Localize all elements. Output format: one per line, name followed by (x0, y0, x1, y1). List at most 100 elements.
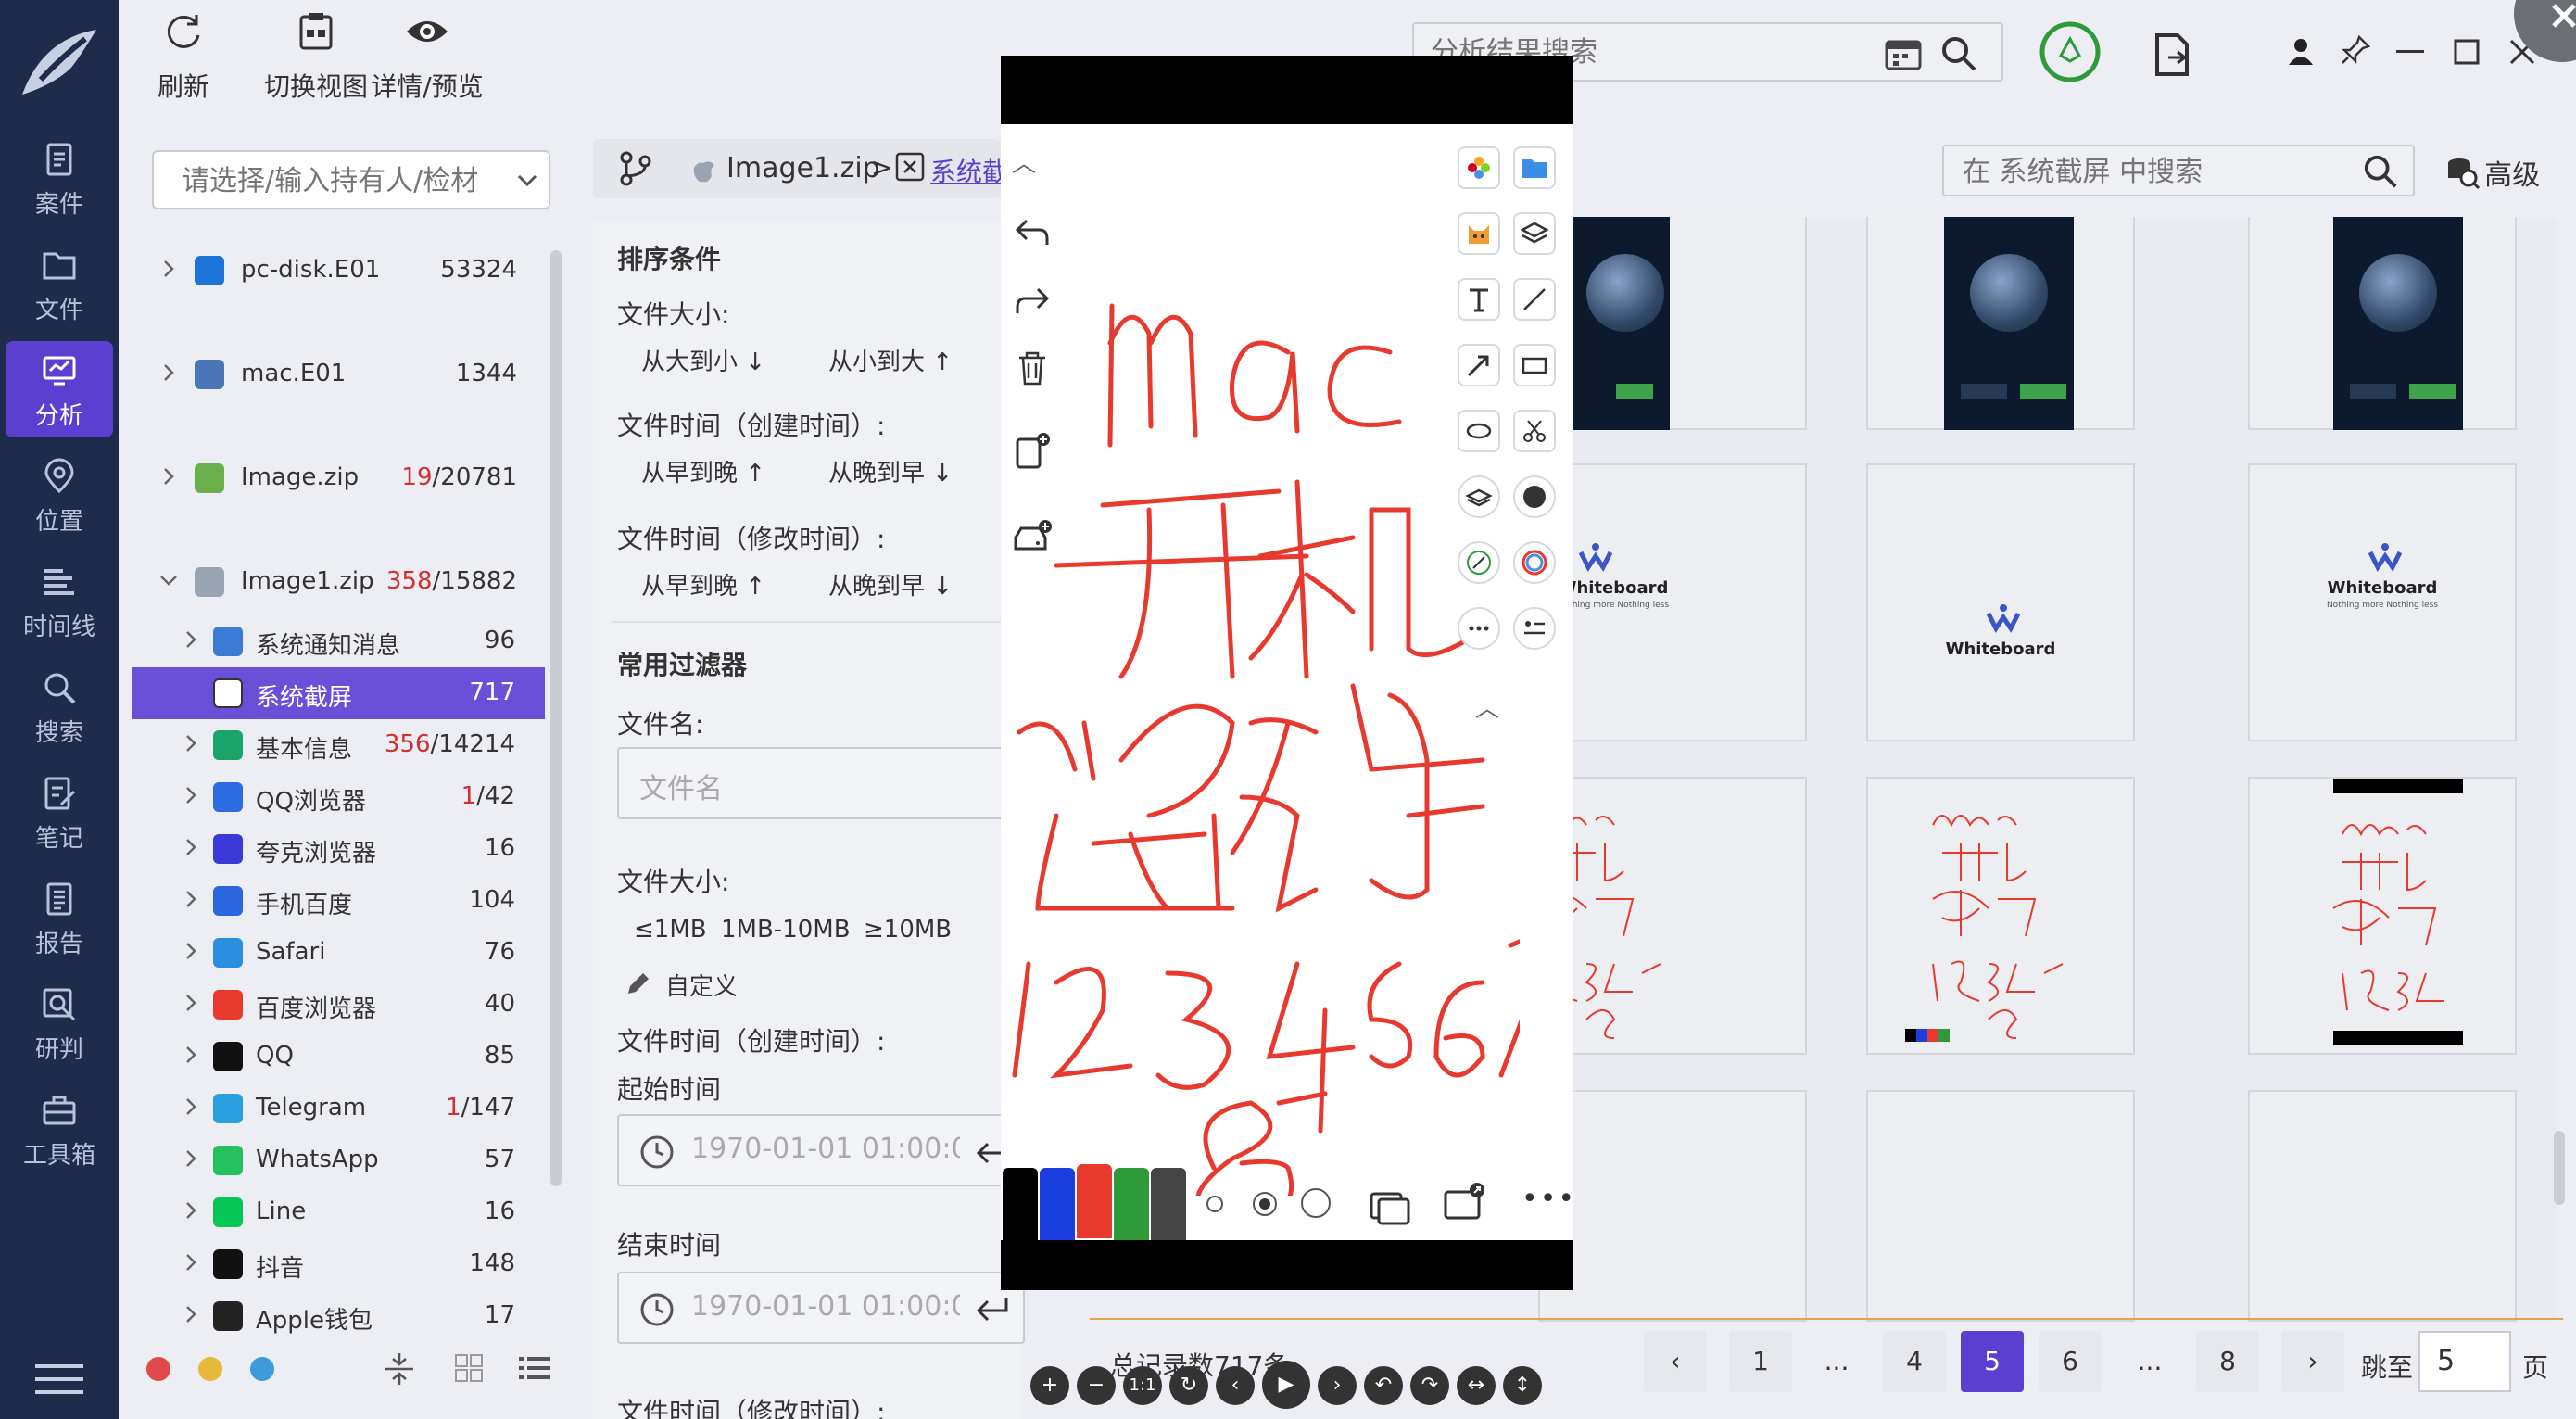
advanced-search-button[interactable]: 高级 (2446, 152, 2540, 193)
pin-icon[interactable] (2341, 35, 2370, 65)
chevron-right-icon[interactable] (159, 363, 178, 382)
rotate-right-button[interactable]: ↷ (1410, 1366, 1449, 1405)
pen-color-1[interactable] (1040, 1168, 1075, 1242)
thumbnail-cell[interactable] (1503, 777, 1807, 1055)
tree-child-11[interactable]: Line 16 (132, 1186, 545, 1238)
grid-scrollbar[interactable] (2554, 1131, 2565, 1205)
list-view-icon[interactable] (519, 1355, 550, 1381)
prev-image-button[interactable]: ‹ (1216, 1366, 1255, 1405)
next-image-button[interactable]: › (1318, 1366, 1357, 1405)
chevron-right-icon[interactable] (159, 260, 178, 278)
thumbnail-cell[interactable] (1866, 217, 2135, 430)
collapse-tools-icon[interactable]: ︿ (1475, 690, 1499, 724)
image-preview-window[interactable]: ︿ ︿ ••• (1001, 56, 1576, 1290)
nav-item-9[interactable]: 工具箱 (6, 1081, 113, 1177)
nav-item-1[interactable]: 文件 (6, 235, 113, 332)
end-time-input[interactable]: 1970-01-01 01:00:00 (617, 1272, 1025, 1344)
detail-preview-button[interactable]: 详情/预览 (367, 9, 487, 104)
pen-tool-tool-button[interactable] (1458, 541, 1500, 584)
tree-child-13[interactable]: Apple钱包 17 (132, 1290, 545, 1342)
page-button-4[interactable]: 4 (1883, 1331, 1946, 1392)
start-time-input[interactable]: 1970-01-01 01:00:00 (617, 1114, 1025, 1186)
chevron-right-icon[interactable] (182, 734, 200, 753)
corner-close-icon[interactable] (2511, 0, 2576, 65)
thumbnail-cell[interactable] (1538, 1090, 1807, 1322)
search-icon[interactable] (2363, 154, 2398, 189)
tree-child-12[interactable]: 抖音 148 (132, 1238, 545, 1290)
chevron-right-icon[interactable] (182, 838, 200, 856)
switch-view-button[interactable]: 切换视图 (256, 9, 376, 104)
flip-horizontal-button[interactable]: ↔ (1457, 1366, 1496, 1405)
export-page-icon[interactable] (1444, 1181, 1486, 1222)
next-page-button[interactable]: › (2281, 1331, 2344, 1392)
inner-search-input[interactable] (1963, 154, 2352, 189)
pen-color-3[interactable] (1114, 1168, 1149, 1242)
collapse-icon[interactable] (384, 1351, 415, 1387)
tree-child-7[interactable]: 百度浏览器 40 (132, 979, 545, 1031)
holder-input[interactable] (182, 161, 487, 200)
user-icon[interactable] (2287, 37, 2315, 65)
menu-icon[interactable] (35, 1362, 83, 1396)
cat-tool-button[interactable] (1458, 212, 1500, 255)
rectangle-tool-tool-button[interactable] (1513, 344, 1556, 386)
pen-color-2[interactable] (1077, 1164, 1112, 1238)
tree-child-3[interactable]: QQ浏览器 1/42 (132, 771, 545, 823)
scissors-tool-button[interactable] (1513, 410, 1556, 452)
thumbnail-cell[interactable] (1866, 777, 2135, 1055)
export-file-icon[interactable] (2153, 32, 2192, 78)
thumbnail-cell[interactable]: Whiteboard Nothing more Nothing less (1538, 463, 1807, 741)
nav-item-8[interactable]: 研判 (6, 975, 113, 1071)
color-wheel-tool-button[interactable] (1513, 541, 1556, 584)
text-tool-tool-button[interactable] (1458, 278, 1500, 321)
page-button-8[interactable]: 8 (2196, 1331, 2259, 1392)
mtime-early-to-late[interactable]: 从早到晚 ↑ (641, 567, 765, 602)
chevron-right-icon[interactable] (182, 1045, 200, 1064)
size-opt-small[interactable]: ≤1MB (634, 916, 707, 944)
layers-tool-button[interactable] (1513, 212, 1556, 255)
tree-child-6[interactable]: Safari 76 (132, 927, 545, 979)
folder-tool-button[interactable] (1513, 146, 1556, 189)
yellow-filter-dot[interactable] (198, 1357, 222, 1381)
shield-status-icon[interactable] (2039, 20, 2102, 83)
thumbnail-cell[interactable] (2248, 217, 2517, 430)
pen-color-0[interactable] (1003, 1168, 1038, 1242)
tree-child-9[interactable]: Telegram 1/147 (132, 1083, 545, 1134)
thumbnail-cell[interactable] (1866, 1090, 2135, 1322)
thumbnail-cell[interactable]: Whiteboard Nothing more Nothing less (2248, 463, 2517, 741)
blue-filter-dot[interactable] (250, 1357, 274, 1381)
holder-select[interactable] (152, 150, 550, 209)
tree-child-2[interactable]: 基本信息 356/14214 (132, 719, 545, 771)
breadcrumb-item-screenshot[interactable]: 系统截屏 (930, 152, 1001, 189)
thumbnail-cell[interactable] (2248, 777, 2517, 1055)
tree-child-5[interactable]: 手机百度 104 (132, 875, 545, 927)
nav-item-4[interactable]: 时间线 (6, 552, 113, 649)
tree-child-4[interactable]: 夸克浏览器 16 (132, 823, 545, 875)
nav-item-7[interactable]: 报告 (6, 869, 113, 966)
photos-tool-button[interactable] (1458, 146, 1500, 189)
chevron-right-icon[interactable] (182, 1201, 200, 1220)
size-opt-medium[interactable]: 1MB-10MB (721, 916, 851, 944)
tree-child-0[interactable]: 系统通知消息 96 (132, 615, 545, 667)
tree-device-2[interactable]: Image.zip 19/20781 (119, 452, 545, 504)
arrow-tool-tool-button[interactable] (1458, 344, 1500, 386)
search-icon[interactable] (1940, 35, 1977, 72)
more-options-icon[interactable]: ••• (1522, 1183, 1576, 1215)
actual-size-button[interactable]: 1:1 (1123, 1366, 1162, 1405)
page-button-1[interactable]: 1 (1729, 1331, 1792, 1392)
custom-size-link[interactable]: 自定义 (665, 968, 738, 1002)
nav-item-6[interactable]: 笔记 (6, 764, 113, 860)
grid-view-icon[interactable] (454, 1353, 484, 1383)
nav-item-0[interactable]: 案件 (6, 130, 113, 226)
chevron-right-icon[interactable] (159, 467, 178, 486)
size-opt-large[interactable]: ≥10MB (864, 916, 952, 944)
play-button[interactable]: ▶ (1262, 1361, 1310, 1409)
refresh-button[interactable]: 刷新 (158, 9, 209, 104)
sort-small-to-large[interactable]: 从小到大 ↑ (828, 343, 953, 377)
nav-item-3[interactable]: 位置 (6, 447, 113, 543)
copy-page-icon[interactable] (1370, 1188, 1412, 1225)
ctime-late-to-early[interactable]: 从晚到早 ↓ (828, 454, 953, 488)
page-button-6[interactable]: 6 (2039, 1331, 2102, 1392)
settings-list-tool-button[interactable] (1513, 607, 1556, 650)
ellipse-tool-tool-button[interactable] (1458, 410, 1500, 452)
tree-child-8[interactable]: QQ 85 (132, 1031, 545, 1083)
